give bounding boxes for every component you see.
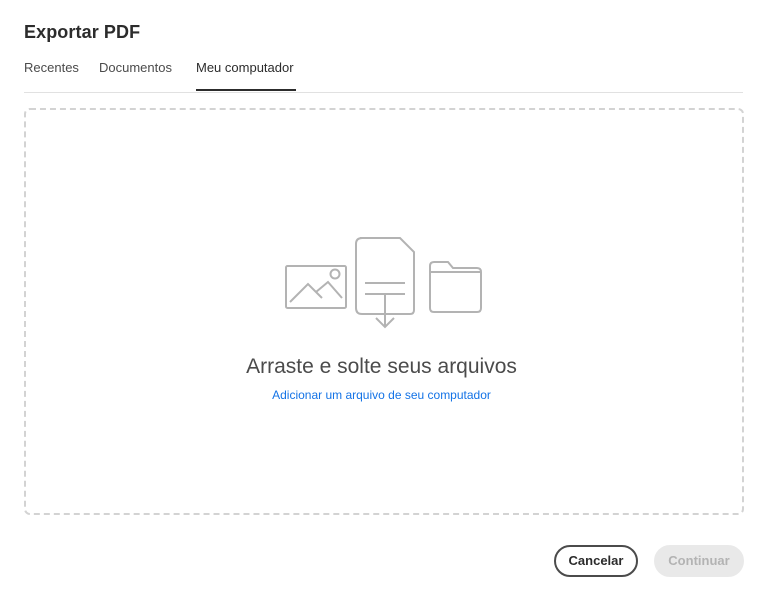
dropzone-title: Arraste e solte seus arquivos: [246, 355, 517, 378]
folder-icon: [429, 261, 482, 313]
continue-button[interactable]: Continuar: [654, 545, 744, 577]
dropzone-link-wrapper: Adicionar um arquivo de seu computador: [0, 388, 763, 402]
tab-documentos[interactable]: Documentos: [99, 60, 172, 75]
selected-tab-indicator: [196, 89, 296, 91]
tab-meu-computador[interactable]: Meu computador: [196, 60, 294, 75]
dialog-title: Exportar PDF: [24, 22, 141, 42]
tab-recentes[interactable]: Recentes: [24, 60, 79, 75]
tab-bar: Recentes Documentos Meu computador: [24, 58, 743, 93]
add-file-link[interactable]: Adicionar um arquivo de seu computador: [272, 388, 491, 402]
drop-illustration: [285, 237, 482, 329]
document-download-icon: [355, 237, 415, 329]
image-file-icon: [285, 265, 347, 309]
cancel-button[interactable]: Cancelar: [554, 545, 638, 577]
